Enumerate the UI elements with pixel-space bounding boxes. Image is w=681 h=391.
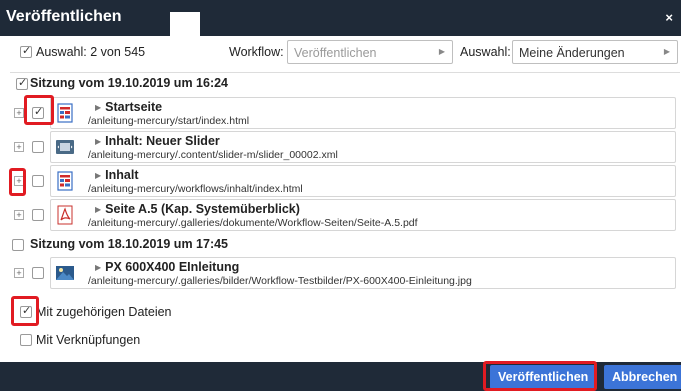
dialog-title: Veröffentlichen bbox=[6, 8, 122, 25]
list-item[interactable]: + ▶ Inhalt /anleitung-mercury/workflows/i… bbox=[14, 165, 676, 199]
dialog-titlebar: Veröffentlichen × bbox=[0, 0, 681, 36]
expand-triangle-icon[interactable]: ▶ bbox=[95, 205, 101, 214]
expand-triangle-icon[interactable]: ▶ bbox=[95, 103, 101, 112]
expand-icon[interactable]: + bbox=[14, 210, 24, 220]
selection-count: Auswahl: 2 von 545 bbox=[36, 45, 146, 59]
item-checkbox[interactable] bbox=[32, 209, 44, 221]
session-label: Sitzung vom 18.10.2019 um 17:45 bbox=[30, 237, 229, 251]
item-path: /anleitung-mercury/.content/slider-m/sli… bbox=[88, 149, 338, 161]
item-checkbox[interactable] bbox=[32, 141, 44, 153]
links-checkbox[interactable] bbox=[20, 334, 32, 346]
workflow-select[interactable]: Veröffentlichen ▶ bbox=[287, 40, 453, 64]
item-path: /anleitung-mercury/.galleries/bilder/Wor… bbox=[88, 275, 472, 287]
list-item[interactable]: + ▶ PX 600X400 EInleitung /anleitung-merc… bbox=[14, 257, 676, 291]
session-checkbox[interactable] bbox=[12, 239, 24, 251]
page-icon bbox=[57, 171, 73, 191]
highlight-startseite-checkbox bbox=[24, 95, 54, 125]
slider-icon bbox=[56, 140, 74, 154]
item-name: ▶ Startseite bbox=[95, 100, 163, 114]
list-item[interactable]: + ▶ Seite A.5 (Kap. Systemüberblick) /anl… bbox=[14, 199, 676, 233]
expand-triangle-icon[interactable]: ▶ bbox=[95, 171, 101, 180]
pdf-icon bbox=[57, 205, 73, 225]
workflow-select-value: Veröffentlichen bbox=[294, 46, 377, 60]
item-path: /anleitung-mercury/start/index.html bbox=[88, 115, 250, 127]
select-all-checkbox[interactable] bbox=[20, 44, 32, 58]
expand-triangle-icon[interactable]: ▶ bbox=[95, 263, 101, 272]
expand-icon[interactable]: + bbox=[14, 108, 24, 118]
titlebar-blank-tab bbox=[170, 12, 200, 36]
cancel-button[interactable]: Abbrechen bbox=[604, 365, 681, 389]
filter-label: Auswahl: bbox=[460, 45, 511, 59]
filter-select[interactable]: Meine Änderungen ▶ bbox=[512, 40, 678, 64]
item-name: ▶ PX 600X400 EInleitung bbox=[95, 260, 240, 274]
item-path: /anleitung-mercury/workflows/inhalt/inde… bbox=[88, 183, 303, 195]
item-checkbox[interactable] bbox=[32, 175, 44, 187]
item-card[interactable]: ▶ Seite A.5 (Kap. Systemüberblick) /anlei… bbox=[50, 199, 676, 231]
item-path: /anleitung-mercury/.galleries/dokumente/… bbox=[88, 217, 418, 229]
highlight-inhalt-expand bbox=[9, 168, 26, 196]
item-checkbox[interactable] bbox=[32, 267, 44, 279]
chevron-right-icon: ▶ bbox=[438, 47, 445, 56]
item-name: ▶ Seite A.5 (Kap. Systemüberblick) bbox=[95, 202, 300, 216]
item-card[interactable]: ▶ PX 600X400 EInleitung /anleitung-mercur… bbox=[50, 257, 676, 289]
links-label: Mit Verknüpfungen bbox=[36, 333, 141, 347]
resource-list: Sitzung vom 19.10.2019 um 16:24 + ▶Start… bbox=[10, 72, 680, 292]
workflow-label: Workflow: bbox=[229, 45, 284, 59]
expand-icon[interactable]: + bbox=[14, 268, 24, 278]
page-icon bbox=[57, 103, 73, 123]
expand-triangle-icon[interactable]: ▶ bbox=[95, 137, 101, 146]
highlight-related-files bbox=[11, 296, 39, 326]
chevron-right-icon: ▶ bbox=[663, 47, 670, 56]
list-item[interactable]: + ▶ Inhalt: Neuer Slider /anleitung-mercu… bbox=[14, 131, 676, 165]
item-card[interactable]: ▶ Inhalt: Neuer Slider /anleitung-mercury… bbox=[50, 131, 676, 163]
session-checkbox[interactable] bbox=[16, 76, 28, 90]
close-icon[interactable]: × bbox=[665, 10, 673, 25]
item-name: ▶ Inhalt: Neuer Slider bbox=[95, 134, 220, 148]
image-icon bbox=[56, 266, 74, 280]
item-card[interactable]: ▶ Startseite /anleitung-mercury/start/ind… bbox=[50, 97, 676, 129]
item-card[interactable]: ▶ Inhalt /anleitung-mercury/workflows/inh… bbox=[50, 165, 676, 197]
related-files-label: Mit zugehörigen Dateien bbox=[36, 305, 172, 319]
item-name: ▶ Inhalt bbox=[95, 168, 139, 182]
highlight-publish-button bbox=[483, 361, 597, 391]
session-label: Sitzung vom 19.10.2019 um 16:24 bbox=[30, 76, 229, 90]
filter-select-value: Meine Änderungen bbox=[519, 46, 625, 60]
expand-icon[interactable]: + bbox=[14, 142, 24, 152]
toolbar: Auswahl: 2 von 545 Workflow: Veröffentli… bbox=[0, 36, 681, 68]
list-item[interactable]: + ▶Startseite /anleitung-mercury/start/i… bbox=[14, 97, 676, 131]
